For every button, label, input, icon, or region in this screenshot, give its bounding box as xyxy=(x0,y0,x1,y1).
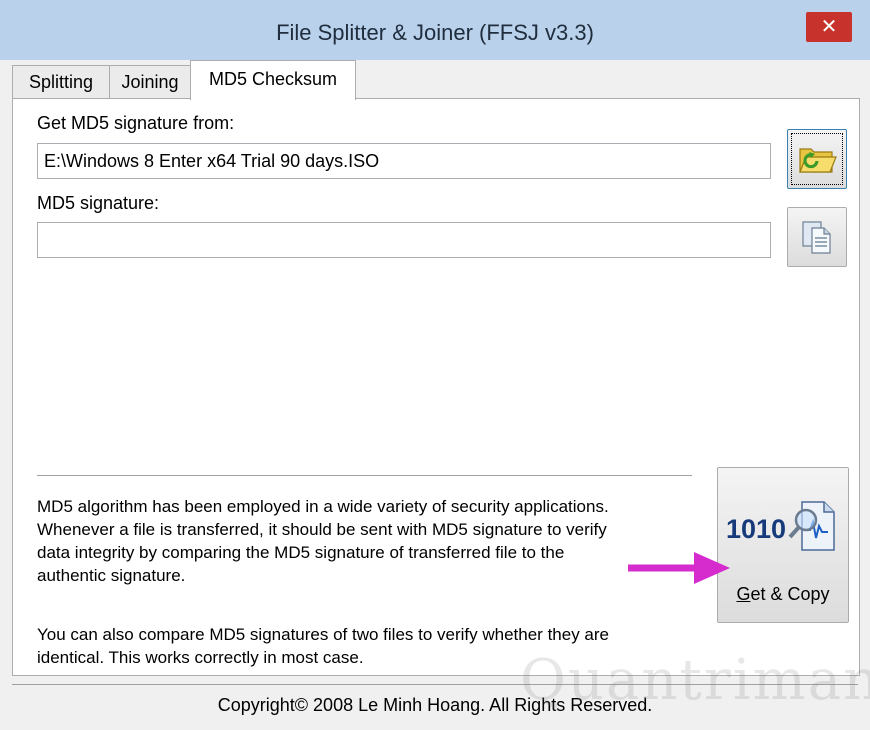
svg-text:1010: 1010 xyxy=(726,514,786,544)
source-label: Get MD5 signature from: xyxy=(37,113,235,133)
copy-document-icon xyxy=(802,221,831,254)
description-line: MD5 algorithm has been employed in a wid… xyxy=(37,497,609,516)
tab-md5-checksum[interactable]: MD5 Checksum xyxy=(190,60,356,100)
description-line: data integrity by comparing the MD5 sign… xyxy=(37,543,565,562)
browse-button[interactable] xyxy=(787,129,847,189)
get-and-copy-label-rest: et & Copy xyxy=(750,584,830,604)
binary-magnifier-document-icon: 1010 xyxy=(726,501,835,551)
close-button[interactable]: ✕ xyxy=(806,12,852,42)
get-and-copy-label: Get & Copy xyxy=(736,584,830,604)
description-line: Whenever a file is transferred, it shoul… xyxy=(37,520,607,539)
tab-splitting[interactable]: Splitting xyxy=(12,65,110,98)
title-bar[interactable]: File Splitter & Joiner (FFSJ v3.3) ✕ xyxy=(0,0,870,60)
md5-description: MD5 algorithm has been employed in a wid… xyxy=(37,495,609,587)
description-line: You can also compare MD5 signatures of t… xyxy=(37,625,609,644)
close-icon: ✕ xyxy=(820,16,838,38)
md5-panel: Get MD5 signature from: E:\Windows 8 Ent… xyxy=(12,98,860,676)
signature-label: MD5 signature: xyxy=(37,193,160,213)
tab-joining[interactable]: Joining xyxy=(109,65,191,98)
get-and-copy-button[interactable]: 1010 Get & Copy xyxy=(717,467,849,623)
window-title: File Splitter & Joiner (FFSJ v3.3) xyxy=(276,20,594,45)
folder-open-icon xyxy=(799,148,837,173)
watermark: Quantrimang xyxy=(520,648,870,713)
app-window: File Splitter & Joiner (FFSJ v3.3) ✕ Spl… xyxy=(0,0,870,730)
source-path-input[interactable]: E:\Windows 8 Enter x64 Trial 90 days.ISO xyxy=(37,143,771,179)
pointer-arrow xyxy=(628,552,730,584)
section-divider xyxy=(37,475,692,477)
md5-signature-field[interactable] xyxy=(37,222,771,258)
copy-signature-button[interactable] xyxy=(787,207,847,267)
description-line: authentic signature. xyxy=(37,566,186,585)
